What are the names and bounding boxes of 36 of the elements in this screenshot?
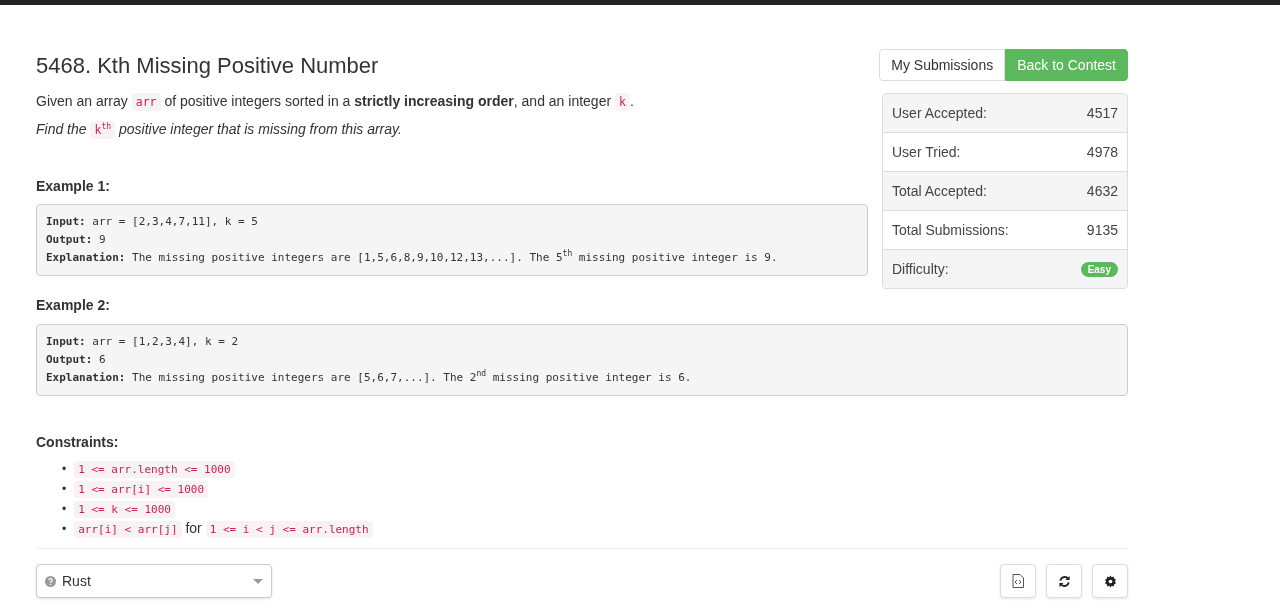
language-select[interactable]: Rust	[36, 564, 272, 598]
constraint-item: 1 <= arr[i] <= 1000	[74, 479, 209, 499]
problem-description: Given an array arr of positive integers sorted in a strictly increasing order, and an integer k .	[36, 92, 635, 112]
bullet: •	[62, 480, 67, 498]
example-heading: Example 2:	[36, 296, 111, 315]
caret-icon	[253, 578, 263, 584]
settings-button[interactable]	[1092, 564, 1128, 598]
example-heading: Example 1:	[36, 177, 111, 196]
settings-icon	[1103, 574, 1117, 588]
example-block: Input: arr = [2,3,4,7,11], k = 5 Output: 9 Explanation: The missing positive integers are [1,5,6,8,9,10,12,13,...]. The 5$^{th}$ missing positive integer is 9.	[36, 204, 868, 276]
help-icon	[45, 575, 56, 587]
constraint-item: 1 <= k <= 1000	[74, 499, 175, 519]
bullet: •	[62, 500, 67, 518]
stat-label: Difficulty:	[892, 261, 949, 277]
problem-description: Find the k$^{th}$ positive integer that is missing from this array.	[36, 120, 403, 140]
bullet: •	[62, 460, 67, 478]
stat-value: 4978	[1086, 144, 1118, 160]
bullet: •	[62, 520, 67, 538]
reset-button[interactable]	[1046, 564, 1082, 598]
stat-value: 4517	[1086, 105, 1118, 121]
stat-label: User Tried:	[892, 144, 961, 160]
problem-title: 5468. Kth Missing Positive Number	[36, 52, 380, 80]
stat-value: 4632	[1086, 183, 1118, 199]
stat-label: User Accepted:	[892, 105, 987, 121]
code-file-icon	[1012, 574, 1024, 588]
refresh-icon	[1057, 574, 1071, 588]
difficulty-badge: Easy	[1080, 261, 1118, 277]
file-button[interactable]	[1000, 564, 1036, 598]
stat-label: Total Accepted:	[892, 183, 987, 199]
example-block: Input: arr = [1,2,3,4], k = 2 Output: 6 Explanation: The missing positive integers are [5,6,7,...]. The 2$^{nd}$ missing positive integer is 6.	[36, 324, 1128, 396]
stat-value: 9135	[1086, 222, 1118, 238]
constraint-item: 1 <= arr.length <= 1000	[74, 459, 235, 479]
constraints-heading: Constraints:	[36, 433, 120, 452]
submissions-button[interactable]: My Submissions	[879, 49, 1006, 81]
constraint-item: arr[i] < arr[j] for 1 <= i < j <= arr.length	[74, 519, 373, 539]
stat-label: Total Submissions:	[892, 222, 1009, 238]
